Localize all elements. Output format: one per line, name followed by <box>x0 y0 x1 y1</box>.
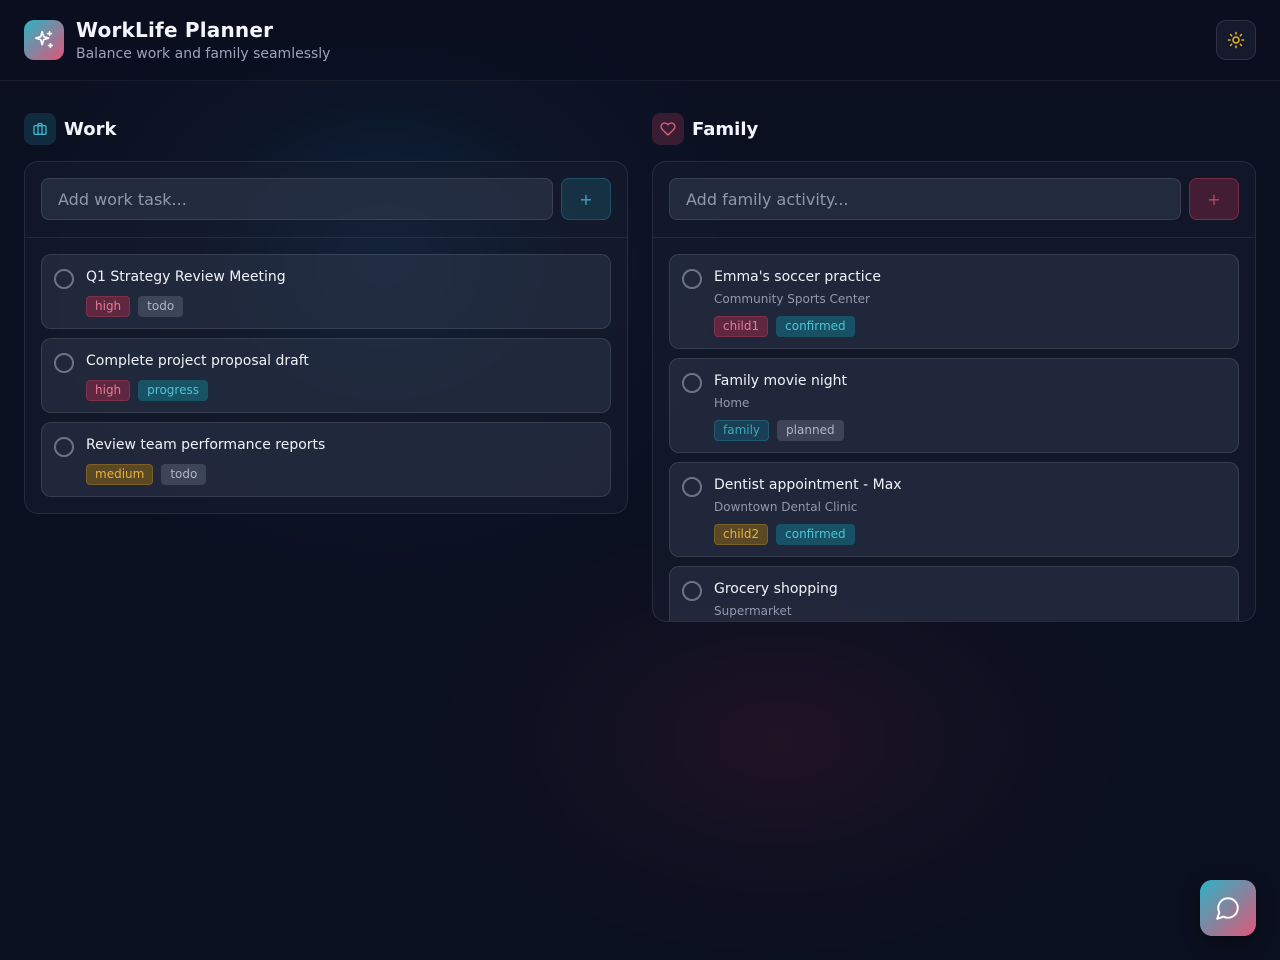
member-badge: child2 <box>714 524 769 545</box>
member-badge: child1 <box>714 316 769 337</box>
activity-location: Supermarket <box>714 604 792 618</box>
activity-title: Grocery shopping <box>714 581 838 597</box>
task-checkbox[interactable] <box>54 437 74 457</box>
activity-checkbox[interactable] <box>682 477 702 497</box>
family-activity-card[interactable]: Family movie night Home family planned <box>669 358 1239 453</box>
family-activity-input[interactable] <box>669 178 1181 220</box>
work-task-input[interactable] <box>41 178 553 220</box>
family-panel: + Emma's soccer practice Community Sport… <box>652 161 1256 622</box>
task-checkbox[interactable] <box>54 269 74 289</box>
app-header: WorkLife Planner Balance work and family… <box>0 0 1280 81</box>
priority-badge: high <box>86 380 131 401</box>
family-input-row: + <box>669 178 1239 220</box>
activity-tags: child2 confirmed <box>714 524 863 545</box>
activity-checkbox[interactable] <box>682 581 702 601</box>
priority-badge: high <box>86 296 131 317</box>
family-title: Family <box>692 118 759 140</box>
theme-toggle-button[interactable] <box>1216 20 1256 60</box>
family-heading: Family <box>652 113 758 145</box>
add-work-task-button[interactable]: + <box>561 178 611 220</box>
task-tags: medium todo <box>86 464 214 485</box>
task-tags: high progress <box>86 380 216 401</box>
status-badge: todo <box>161 464 207 485</box>
task-title: Complete project proposal draft <box>86 353 309 369</box>
status-badge: confirmed <box>776 524 855 545</box>
family-activity-card[interactable]: Dentist appointment - Max Downtown Denta… <box>669 462 1239 557</box>
sparkles-icon <box>24 20 64 60</box>
task-checkbox[interactable] <box>54 353 74 373</box>
sun-icon <box>1227 31 1245 49</box>
add-family-activity-button[interactable]: + <box>1189 178 1239 220</box>
activity-checkbox[interactable] <box>682 373 702 393</box>
activity-tags: family planned <box>714 420 852 441</box>
chat-button[interactable] <box>1200 880 1256 936</box>
app-title: WorkLife Planner <box>76 18 274 42</box>
status-badge: confirmed <box>776 316 855 337</box>
app-subtitle: Balance work and family seamlessly <box>76 46 331 62</box>
work-heading: Work <box>24 113 116 145</box>
task-title: Q1 Strategy Review Meeting <box>86 269 286 285</box>
activity-location: Downtown Dental Clinic <box>714 500 858 514</box>
activity-tags: child1 confirmed <box>714 316 863 337</box>
activity-location: Community Sports Center <box>714 292 870 306</box>
briefcase-icon <box>24 113 56 145</box>
status-badge: planned <box>777 420 844 441</box>
work-task-card[interactable]: Review team performance reports medium t… <box>41 422 611 497</box>
heart-icon <box>652 113 684 145</box>
activity-title: Emma's soccer practice <box>714 269 881 285</box>
work-task-card[interactable]: Q1 Strategy Review Meeting high todo <box>41 254 611 329</box>
divider <box>25 237 627 238</box>
work-task-card[interactable]: Complete project proposal draft high pro… <box>41 338 611 413</box>
divider <box>653 237 1255 238</box>
work-panel: + Q1 Strategy Review Meeting high todo C… <box>24 161 628 514</box>
activity-title: Dentist appointment - Max <box>714 477 902 493</box>
member-badge: family <box>714 420 770 441</box>
chat-bubble-icon <box>1216 897 1239 920</box>
activity-location: Home <box>714 396 750 410</box>
activity-checkbox[interactable] <box>682 269 702 289</box>
activity-title: Family movie night <box>714 373 847 389</box>
status-badge: progress <box>138 380 208 401</box>
task-title: Review team performance reports <box>86 437 326 453</box>
status-badge: todo <box>138 296 184 317</box>
family-activity-card[interactable]: Grocery shopping Supermarket <box>669 566 1239 621</box>
work-title: Work <box>64 118 117 140</box>
task-tags: high todo <box>86 296 191 317</box>
family-activity-card[interactable]: Emma's soccer practice Community Sports … <box>669 254 1239 349</box>
work-input-row: + <box>41 178 611 220</box>
priority-badge: medium <box>86 464 154 485</box>
